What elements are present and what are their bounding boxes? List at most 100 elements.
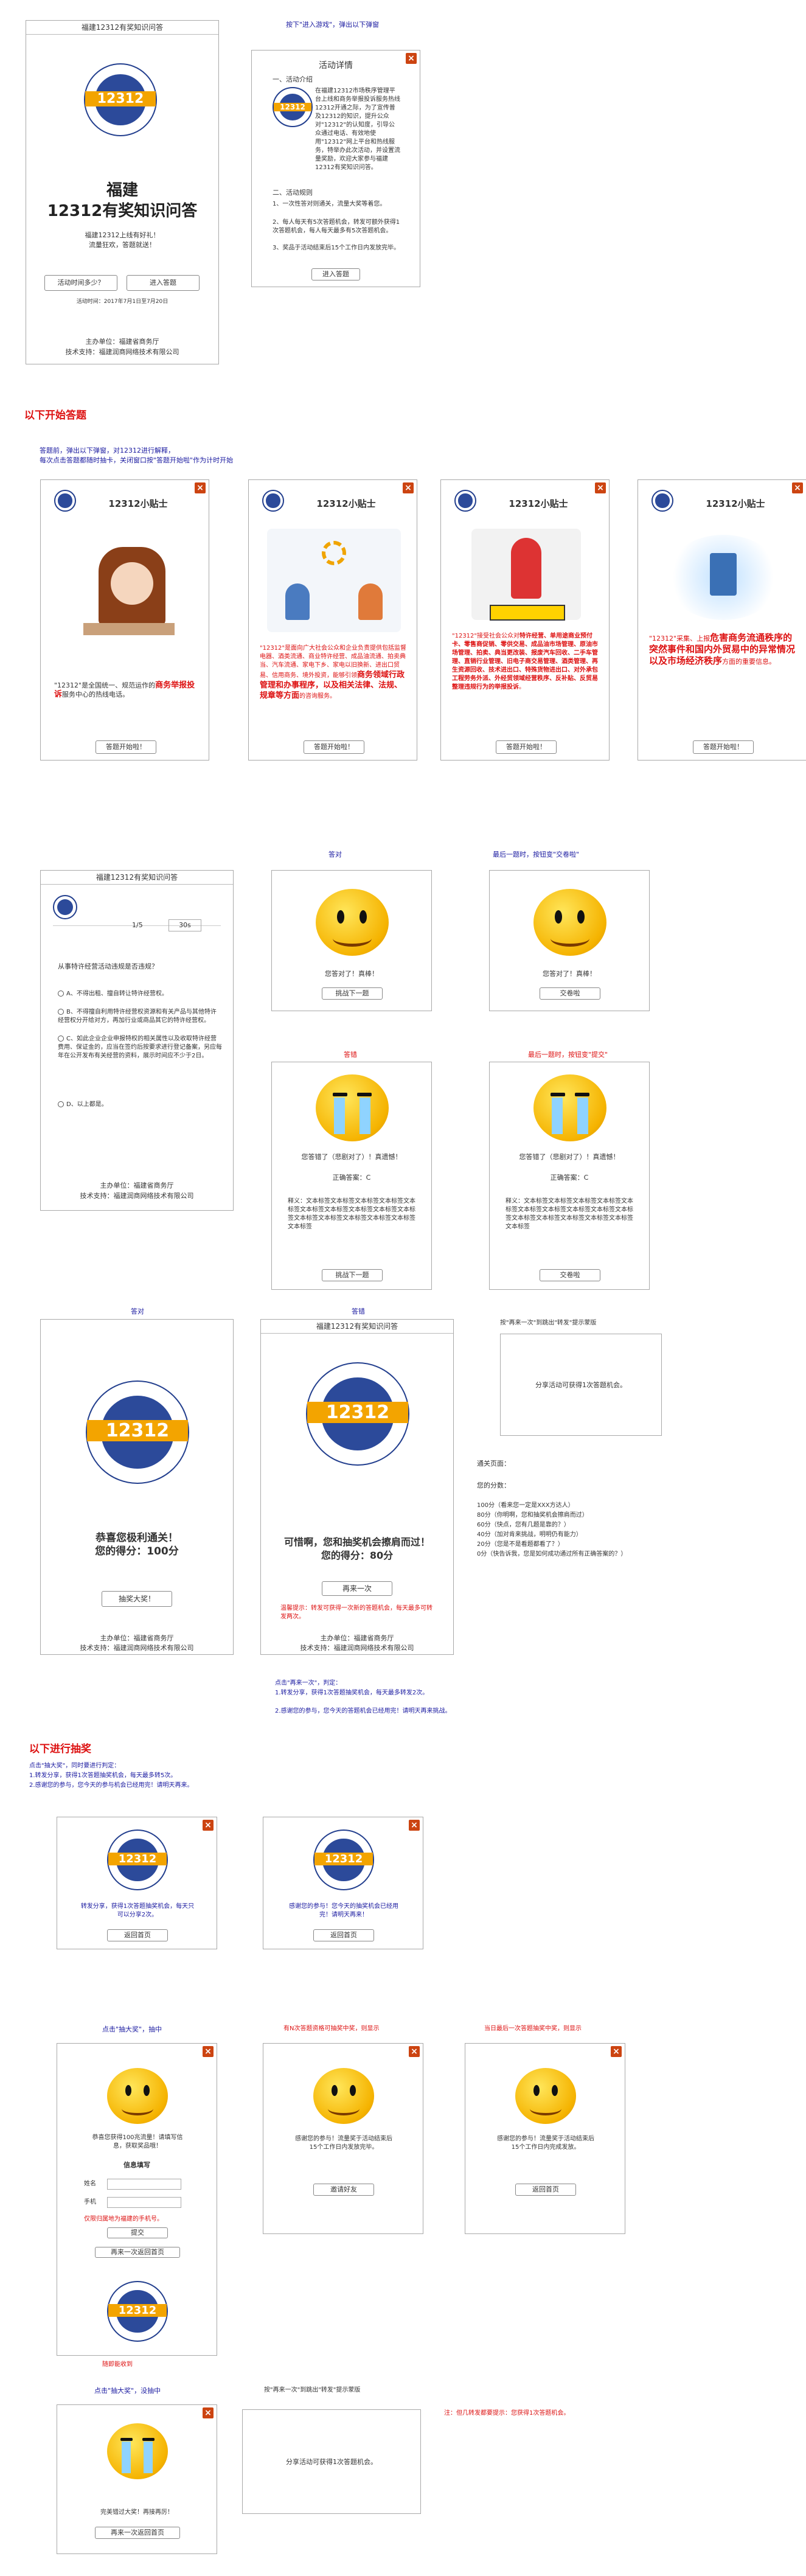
enter-quiz-button[interactable]: 进入答题 (311, 268, 360, 280)
next-question-button[interactable]: 挑战下一题 (322, 1269, 383, 1281)
lose-draw-popup: × 完美错过大奖！再接再厉！ 再来一次返回首页 (57, 2404, 217, 2554)
name-input[interactable] (107, 2179, 181, 2190)
close-icon[interactable]: × (203, 1820, 214, 1831)
smiley-icon (107, 2068, 168, 2124)
org-label: 主办单位：福建省商务厅 (320, 1634, 394, 1642)
app-title: 福建12312有奖知识问答 (41, 871, 233, 885)
win-text: 恭喜您获得100兆流量！请填写信息，获取奖品哦！ (92, 2134, 183, 2150)
tip3-b: 特许经营、单用途商业预付卡、零售商促销、零供交易、成品油市场管理、原油市场管理、… (452, 633, 598, 691)
activity-rule3: 3、奖品于活动结束后15个工作日内发放完毕。 (273, 245, 400, 251)
home-subtitle: 福建12312上线有好礼！ (85, 231, 160, 239)
sign-board (490, 605, 565, 621)
invite-friends-button[interactable]: 邀请好友 (313, 2184, 374, 2196)
no-stock-popup: × 感谢您的参与！流量奖于活动结束后15个工作日内发放完毕。 邀请好友 (263, 2043, 423, 2234)
correct-answer: 正确答案：C (550, 1174, 589, 1182)
tech-label: 技术支持：福建润商网络技术有限公司 (80, 1192, 194, 1200)
activity-sec2: 二、活动规则 (273, 189, 313, 197)
activity-sec1: 一、活动介绍 (273, 75, 313, 83)
next-question-button[interactable]: 挑战下一题 (322, 987, 383, 1000)
retry-button[interactable]: 再来一次 (322, 1581, 392, 1596)
phone-input[interactable] (107, 2197, 181, 2208)
thanks-text: 感谢您的参与！您今天的抽奖机会已经用完！请明天再来！ (289, 1903, 398, 1918)
home-button[interactable]: 返回首页 (515, 2184, 576, 2196)
tip-card-1: × 12312小贴士 "12312"是全国统一、规范运作的商务举报投诉服务中心的… (40, 479, 209, 761)
tip2-c: 的咨询服务。 (299, 693, 336, 700)
quiz-option-a[interactable]: A、不得出租、擅自转让特许经营权。 (58, 990, 222, 998)
start-quiz-button[interactable]: 答题开始啦！ (304, 740, 364, 754)
enter-quiz-button[interactable]: 进入答题 (127, 275, 200, 291)
logo-seal: 12312 (273, 87, 313, 127)
logo-seal (454, 490, 476, 512)
retry-home-button[interactable]: 再来一次返回首页 (95, 2247, 180, 2258)
submit-button[interactable]: 提交 (107, 2227, 168, 2238)
app-title: 福建12312有奖知识问答 (261, 1320, 453, 1334)
pass-screen: 12312 恭喜您极利通关！ 您的得分：100分 抽奖大奖！ 主办单位：福建省商… (40, 1319, 234, 1655)
close-icon[interactable]: × (203, 2046, 214, 2057)
tip-title: 12312小贴士 (108, 498, 168, 509)
gear-icon (322, 541, 346, 565)
note-correct: 答对 (328, 851, 342, 858)
home-button[interactable]: 返回首页 (107, 1929, 168, 1941)
activity-title: 活动详情 (319, 61, 353, 71)
quiz-option-c[interactable]: C、如此企业企业申报特权的相关属性以及收取特许经营费用、保证金的，应当在签约后按… (58, 1035, 222, 1060)
desk (83, 623, 175, 635)
close-icon[interactable]: × (195, 482, 206, 493)
close-icon[interactable]: × (403, 482, 414, 493)
tip2-text: "12312"是面向广大社会公众和企业负责提供包括监督电器、酒类流通、商业特许经… (260, 644, 409, 701)
share-text: 分享活动可获得1次答题机会。 (286, 2458, 377, 2466)
rocket-icon (511, 538, 541, 599)
submit-paper-button[interactable]: 交卷啦 (540, 987, 600, 1000)
wrong-text: 您答错了（悲剧对了）！真遗憾！ (301, 1153, 402, 1161)
note-correct2: 答对 (131, 1307, 144, 1315)
submit-button[interactable]: 交卷啦 (540, 1269, 600, 1281)
start-quiz-button[interactable]: 答题开始啦！ (496, 740, 557, 754)
girl-face (111, 562, 153, 605)
correct-answer: 正确答案：C (332, 1174, 371, 1182)
score-40: 40分（加对肯来挑战，明明仍有能力） (477, 1531, 582, 1538)
note-share-popup2: 按"再来一次"到跳出"转发"提示蒙版 (264, 2387, 361, 2393)
tip-card-2: × 12312小贴士 "12312"是面向广大社会公众和企业负责提供包括监督电器… (248, 479, 417, 761)
activity-time-button[interactable]: 活动时间多少？ (44, 275, 117, 291)
logo-seal: 12312 (107, 1829, 168, 1890)
score-80: 80分（你明啊，您和抽奖机会擦肩而过） (477, 1512, 588, 1519)
tip4-text: "12312"采集、上报危害商务流通秩序的突然事件和国内外贸易中的异常情况以及市… (649, 632, 798, 667)
activity-rule1: 1、一次性答对则通关，流量大奖等着您。 (273, 201, 386, 207)
note-wrong: 答错 (344, 1051, 357, 1059)
fail-score: 您的得分：80分 (321, 1550, 394, 1561)
close-icon[interactable]: × (409, 2046, 420, 2057)
crying-face-icon (316, 1074, 389, 1141)
share-success-text: 转发分享，获得1次答题抽奖机会，每天只可以分享2次。 (80, 1903, 195, 1918)
lose-draw-text: 完美错过大奖！再接再厉！ (100, 2509, 173, 2516)
score-0: 0分（快告诉我，您是如何成功通过所有正确答案的？） (477, 1551, 627, 1558)
retry-home-button[interactable]: 再来一次返回首页 (95, 2527, 180, 2539)
close-icon[interactable]: × (611, 2046, 622, 2057)
correct-text: 您答对了！真棒！ (325, 970, 378, 978)
quiz-option-d[interactable]: D、以上都是。 (58, 1101, 222, 1109)
score-title: 通关页面： (477, 1460, 510, 1467)
home-title-line1: 福建 (106, 181, 138, 200)
close-icon[interactable]: × (595, 482, 606, 493)
close-icon[interactable]: × (409, 1820, 420, 1831)
org-label: 主办单位：福建省商务厅 (85, 338, 159, 346)
share-popup-2: 分享活动可获得1次答题机会。 (242, 2409, 421, 2514)
tip-card-4: × 12312小贴士 "12312"采集、上报危害商务流通秩序的突然事件和国内外… (638, 479, 806, 761)
start-quiz-button[interactable]: 答题开始啦！ (693, 740, 754, 754)
share-popup: 分享活动可获得1次答题机会。 (500, 1334, 662, 1436)
tip-card-3: × 12312小贴士 "12312"接受社会公众对特许经营、单用途商业预付卡、零… (440, 479, 610, 761)
start-quiz-button[interactable]: 答题开始啦！ (96, 740, 156, 754)
tip-title: 12312小贴士 (316, 498, 376, 509)
tip-title: 12312小贴士 (509, 498, 568, 509)
draw-prize-button[interactable]: 抽奖大奖！ (102, 1591, 172, 1607)
crying-face-icon (107, 2423, 168, 2479)
home-subtitle2: 流量狂欢，答题就送！ (89, 241, 156, 249)
quiz-option-b[interactable]: B、不得擅自利用特许经营权资源和有关产品与其他特许经营权分开给对方，再加行业或商… (58, 1008, 222, 1025)
note-share-red: 注：但几转发都要提示：您获得1次答题机会。 (444, 2410, 570, 2417)
share-text: 分享活动可获得1次答题机会。 (535, 1381, 627, 1389)
note-last-draw: 当日最后一次答题抽奖中奖，则显示 (484, 2025, 582, 2032)
no-stock-text: 感谢您的参与！流量奖于活动结束后15个工作日内发放完毕。 (295, 2136, 392, 2151)
home-button[interactable]: 返回首页 (313, 1929, 374, 1941)
close-icon[interactable]: × (792, 482, 803, 493)
close-icon[interactable]: × (203, 2407, 214, 2418)
tip3-a: "12312"接受社会公众对 (452, 633, 520, 639)
info-title: 信息填写 (123, 2161, 150, 2169)
